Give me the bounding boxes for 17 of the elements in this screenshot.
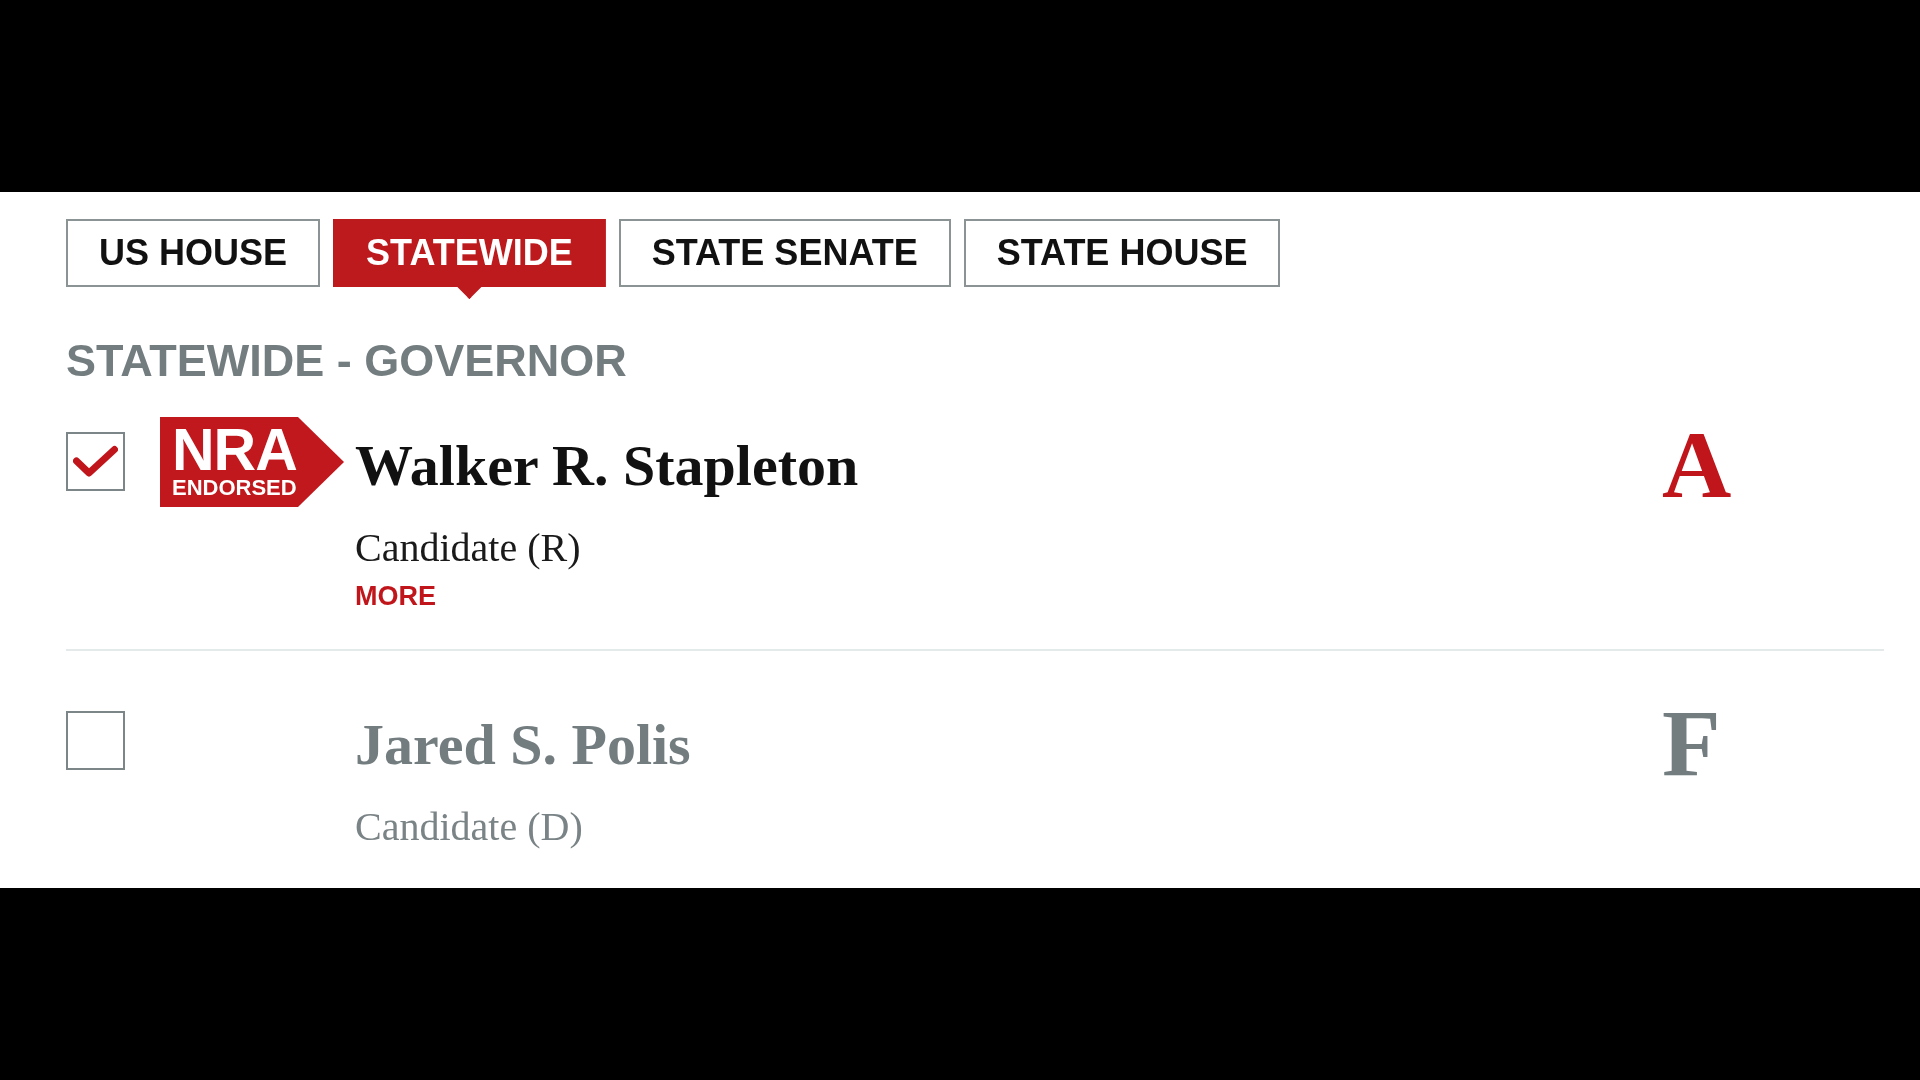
category-tab[interactable]: STATEWIDE (333, 219, 606, 299)
candidate-checkbox[interactable] (66, 711, 125, 770)
candidate-name: Walker R. Stapleton (355, 432, 859, 500)
more-link[interactable]: MORE (355, 580, 436, 612)
section-heading: STATEWIDE - GOVERNOR (66, 338, 628, 383)
checkmark-icon (73, 445, 118, 478)
candidate-party: Candidate (D) (355, 803, 583, 851)
candidate-name: Jared S. Polis (355, 711, 691, 779)
grade-letter: F (1662, 696, 1721, 792)
category-tab[interactable]: US HOUSE (66, 219, 321, 287)
category-tab[interactable]: STATE HOUSE (963, 219, 1281, 287)
candidate-party: Candidate (R) (355, 524, 581, 572)
candidate-checkbox[interactable] (66, 432, 125, 491)
category-tab[interactable]: STATE SENATE (618, 219, 951, 287)
grade-letter: A (1662, 417, 1732, 513)
badge-label: ENDORSED (172, 477, 297, 499)
badge-title: NRA (172, 427, 297, 474)
